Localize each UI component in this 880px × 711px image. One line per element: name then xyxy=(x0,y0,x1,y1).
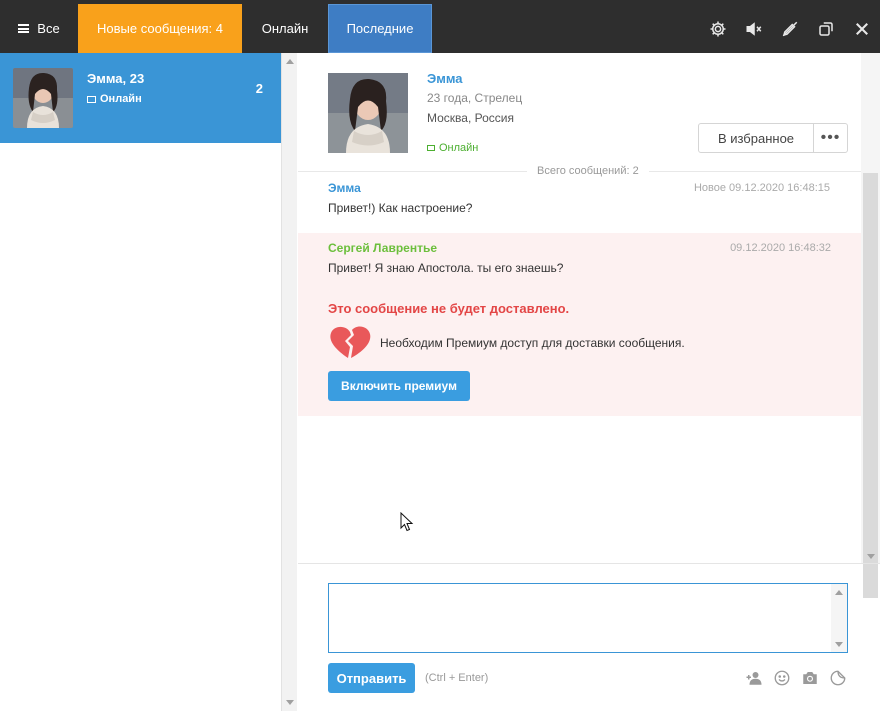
contact-item[interactable]: Эмма, 23 Онлайн 2 xyxy=(0,53,281,143)
input-scrollbar[interactable] xyxy=(831,584,847,652)
tab-all-label: Все xyxy=(37,21,60,36)
camera-icon[interactable] xyxy=(796,667,824,689)
tab-new-messages[interactable]: Новые сообщения: 4 xyxy=(78,4,242,53)
scroll-thumb[interactable] xyxy=(863,173,878,598)
message-author[interactable]: Эмма xyxy=(328,181,361,195)
tab-online[interactable]: Онлайн xyxy=(242,4,328,53)
add-user-icon[interactable] xyxy=(740,667,768,689)
tab-recent[interactable]: Последние xyxy=(328,4,432,53)
profile-status-label: Онлайн xyxy=(439,142,479,154)
premium-note: Необходим Премиум доступ для доставки со… xyxy=(380,336,685,350)
delivery-warning: Это сообщение не будет доставлено. xyxy=(328,301,570,316)
profile-city: Москва, Россия xyxy=(427,111,514,125)
profile-age-sign: 23 года, Стрелец xyxy=(427,91,523,105)
tab-all[interactable]: Все xyxy=(0,4,78,53)
profile-status: Онлайн xyxy=(427,142,478,154)
mute-icon[interactable] xyxy=(736,4,772,53)
computer-icon xyxy=(427,145,435,151)
scroll-down-icon[interactable] xyxy=(286,700,294,705)
composer-tools xyxy=(740,667,852,689)
scroll-down-icon[interactable] xyxy=(835,642,843,647)
profile-name[interactable]: Эмма xyxy=(427,71,463,86)
message-author[interactable]: Сергей Лаврентье xyxy=(328,241,437,255)
mouse-cursor-icon xyxy=(400,512,414,532)
profile-photo[interactable] xyxy=(328,73,408,153)
computer-icon xyxy=(87,95,96,103)
scroll-up-icon[interactable] xyxy=(835,590,843,595)
message-text: Привет!) Как настроение? xyxy=(328,201,473,215)
tab-recent-label: Последние xyxy=(346,21,414,36)
top-bar: Все Новые сообщения: 4 Онлайн Последние xyxy=(0,0,880,53)
message-time: 09.12.2020 16:48:32 xyxy=(730,242,831,254)
restore-window-icon[interactable] xyxy=(808,4,844,53)
broken-heart-icon xyxy=(330,326,371,358)
total-messages: Всего сообщений: 2 xyxy=(527,165,649,177)
sticker-icon[interactable] xyxy=(824,667,852,689)
menu-icon xyxy=(18,24,30,33)
scroll-up-icon[interactable] xyxy=(286,59,294,64)
send-shortcut-hint: (Ctrl + Enter) xyxy=(425,672,489,684)
contact-status-label: Онлайн xyxy=(100,93,142,105)
message-time: Новое 09.12.2020 16:48:15 xyxy=(693,182,830,194)
more-options-button[interactable]: ••• xyxy=(813,123,848,153)
close-icon[interactable] xyxy=(844,4,880,53)
smile-icon[interactable] xyxy=(768,667,796,689)
message-input-box xyxy=(328,583,848,653)
contact-name: Эмма, 23 xyxy=(87,71,145,86)
sidebar-scrollbar[interactable] xyxy=(282,53,297,711)
tab-online-label: Онлайн xyxy=(261,21,309,36)
add-to-favorites-button[interactable]: В избранное xyxy=(698,123,814,153)
composer-divider xyxy=(298,563,880,564)
unread-count: 2 xyxy=(255,81,263,96)
message-text: Привет! Я знаю Апостола. ты его знаешь? xyxy=(328,261,564,275)
gear-icon[interactable] xyxy=(700,4,736,53)
undelivered-message: Сергей Лаврентье 09.12.2020 16:48:32 При… xyxy=(298,233,861,416)
avatar xyxy=(13,68,73,128)
contact-status: Онлайн xyxy=(87,93,142,105)
message-input[interactable] xyxy=(329,584,831,652)
send-button[interactable]: Отправить xyxy=(328,663,415,693)
chat-scrollbar[interactable] xyxy=(861,53,880,598)
contact-list: Эмма, 23 Онлайн 2 xyxy=(0,53,282,711)
no-edit-icon[interactable] xyxy=(772,4,808,53)
scroll-down-icon[interactable] xyxy=(867,554,875,559)
enable-premium-button[interactable]: Включить премиум xyxy=(328,371,470,401)
window-controls xyxy=(700,4,880,53)
tab-new-messages-label: Новые сообщения: 4 xyxy=(97,21,223,36)
